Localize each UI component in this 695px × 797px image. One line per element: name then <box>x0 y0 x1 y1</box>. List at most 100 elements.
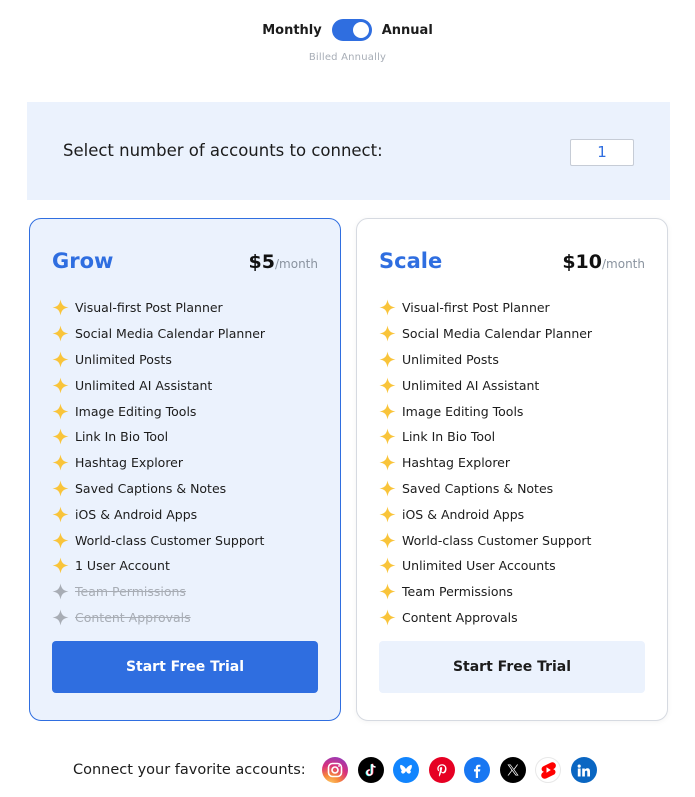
feature-list: Visual-first Post Planner Social Media Ca… <box>379 295 592 630</box>
feature-label: Image Editing Tools <box>402 403 524 419</box>
feature-item: World-class Customer Support <box>52 527 265 553</box>
sparkle-icon <box>52 299 69 316</box>
sparkle-icon <box>52 351 69 368</box>
feature-item: Visual-first Post Planner <box>52 295 265 321</box>
sparkle-icon <box>379 506 396 523</box>
feature-label: Content Approvals <box>75 609 191 625</box>
feature-label: Team Permissions <box>402 584 513 600</box>
billing-toggle-row: Monthly Annual <box>0 18 695 42</box>
feature-item: Social Media Calendar Planner <box>52 321 265 347</box>
feature-item: Saved Captions & Notes <box>52 476 265 502</box>
monthly-label[interactable]: Monthly <box>262 23 322 38</box>
tiktok-icon[interactable] <box>357 757 384 783</box>
feature-item: iOS & Android Apps <box>379 501 592 527</box>
connect-accounts-row: Connect your favorite accounts: <box>73 757 597 783</box>
plan-card-grow: Grow $5/month Visual-first Post Planner S… <box>29 218 341 721</box>
feature-label: Unlimited AI Assistant <box>402 377 540 393</box>
feature-item: Visual-first Post Planner <box>379 295 592 321</box>
feature-item: Unlimited AI Assistant <box>52 372 265 398</box>
sparkle-icon <box>52 557 69 574</box>
feature-item: iOS & Android Apps <box>52 501 265 527</box>
sparkle-icon <box>379 557 396 574</box>
feature-label: Unlimited Posts <box>402 351 499 367</box>
feature-item: 1 User Account <box>52 553 265 579</box>
feature-label: Saved Captions & Notes <box>75 480 227 496</box>
feature-item: Link In Bio Tool <box>379 424 592 450</box>
sparkle-icon <box>52 377 69 394</box>
sparkle-icon <box>379 532 396 549</box>
feature-item: Hashtag Explorer <box>379 450 592 476</box>
connect-accounts-label: Connect your favorite accounts: <box>73 762 306 778</box>
feature-label: Link In Bio Tool <box>402 429 496 445</box>
sparkle-icon <box>52 403 69 420</box>
feature-label: iOS & Android Apps <box>75 506 198 522</box>
sparkle-icon <box>52 506 69 523</box>
sparkle-disabled-icon <box>52 583 69 600</box>
feature-item: Content Approvals <box>52 605 265 631</box>
feature-item: Hashtag Explorer <box>52 450 265 476</box>
toggle-knob <box>352 22 369 38</box>
feature-label: iOS & Android Apps <box>402 506 525 522</box>
feature-item: World-class Customer Support <box>379 527 592 553</box>
plan-name: Grow <box>52 249 114 273</box>
feature-label: Unlimited User Accounts <box>402 558 556 574</box>
feature-item: Unlimited AI Assistant <box>379 372 592 398</box>
sparkle-icon <box>379 351 396 368</box>
annual-label[interactable]: Annual <box>382 23 433 38</box>
account-count-prompt: Select number of accounts to connect: <box>63 141 383 160</box>
sparkle-icon <box>52 532 69 549</box>
x-icon[interactable] <box>499 757 526 783</box>
youtube-shorts-icon[interactable] <box>535 757 562 783</box>
start-free-trial-button[interactable]: Start Free Trial <box>379 641 645 693</box>
feature-item: Team Permissions <box>52 579 265 605</box>
sparkle-icon <box>52 454 69 471</box>
sparkle-icon <box>379 299 396 316</box>
feature-label: Visual-first Post Planner <box>402 300 550 316</box>
sparkle-disabled-icon <box>52 609 69 626</box>
feature-label: Saved Captions & Notes <box>402 480 554 496</box>
feature-label: Social Media Calendar Planner <box>402 326 593 342</box>
feature-label: Hashtag Explorer <box>402 455 511 471</box>
billing-toggle-switch[interactable] <box>331 19 372 41</box>
billed-annually-note: Billed Annually <box>308 52 387 63</box>
pinterest-icon[interactable] <box>428 757 455 783</box>
feature-item: Team Permissions <box>379 579 592 605</box>
feature-label: World-class Customer Support <box>402 532 592 548</box>
feature-item: Unlimited User Accounts <box>379 553 592 579</box>
start-free-trial-button[interactable]: Start Free Trial <box>52 641 318 693</box>
feature-item: Unlimited Posts <box>52 347 265 373</box>
linkedin-icon[interactable] <box>570 757 597 783</box>
feature-label: Hashtag Explorer <box>75 455 184 471</box>
sparkle-icon <box>379 377 396 394</box>
feature-label: World-class Customer Support <box>75 532 265 548</box>
plan-name: Scale <box>379 249 443 273</box>
feature-label: Content Approvals <box>402 609 518 625</box>
facebook-icon[interactable] <box>464 757 491 783</box>
sparkle-icon <box>379 325 396 342</box>
instagram-icon[interactable] <box>322 757 349 783</box>
feature-label: Team Permissions <box>75 584 186 600</box>
plan-price: $10/month <box>562 251 645 273</box>
price-amount: $10 <box>562 251 602 273</box>
feature-item: Link In Bio Tool <box>52 424 265 450</box>
feature-item: Image Editing Tools <box>379 398 592 424</box>
sparkle-icon <box>379 480 396 497</box>
price-amount: $5 <box>248 251 275 273</box>
sparkle-icon <box>52 480 69 497</box>
feature-label: Unlimited AI Assistant <box>75 377 213 393</box>
sparkle-icon <box>52 325 69 342</box>
feature-label: Link In Bio Tool <box>75 429 169 445</box>
bluesky-icon[interactable] <box>393 757 420 783</box>
sparkle-icon <box>379 403 396 420</box>
feature-item: Saved Captions & Notes <box>379 476 592 502</box>
feature-item: Unlimited Posts <box>379 347 592 373</box>
feature-item: Image Editing Tools <box>52 398 265 424</box>
sparkle-icon <box>379 454 396 471</box>
feature-label: Social Media Calendar Planner <box>75 326 266 342</box>
price-period: /month <box>602 257 645 271</box>
account-count-input[interactable]: 1 <box>570 139 634 166</box>
feature-label: Image Editing Tools <box>75 403 197 419</box>
plan-price: $5/month <box>249 251 318 273</box>
account-count-panel: Select number of accounts to connect: 1 <box>27 102 670 200</box>
sparkle-icon <box>379 609 396 626</box>
